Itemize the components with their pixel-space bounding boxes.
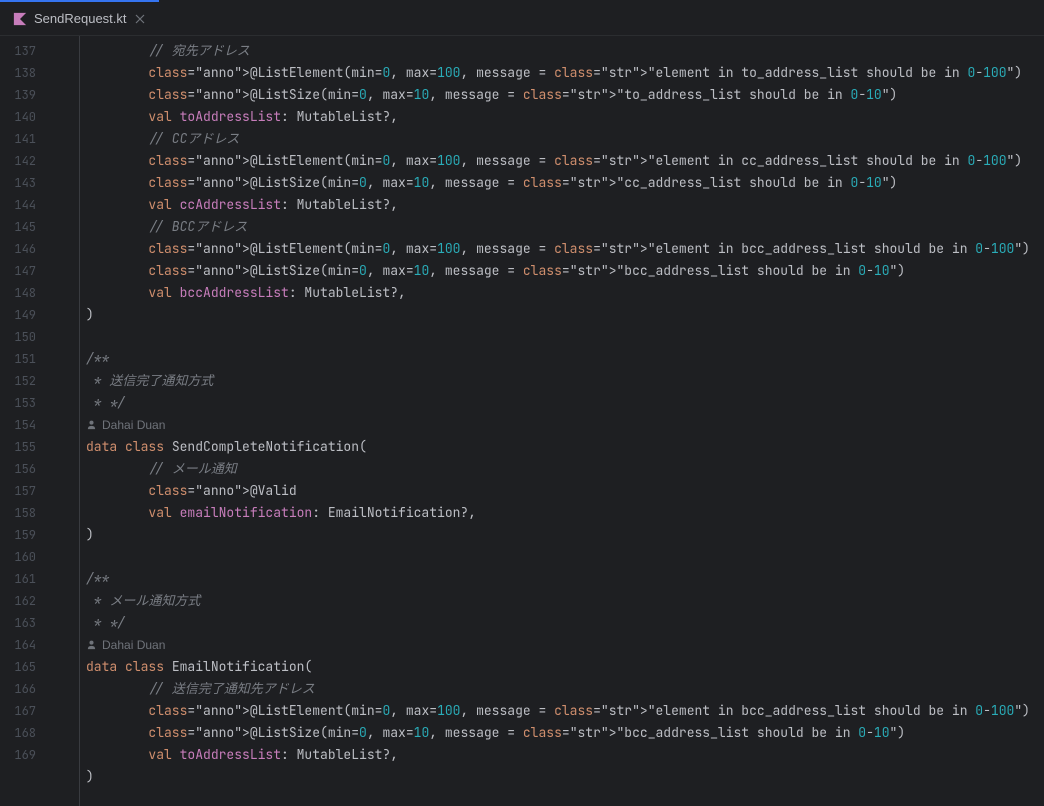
code-line[interactable]: class="anno">@ListElement(min=0, max=100…: [86, 700, 1044, 722]
code-line[interactable]: class="anno">@ListSize(min=0, max=10, me…: [86, 260, 1044, 282]
tab-bar: SendRequest.kt: [0, 0, 1044, 36]
code-line[interactable]: // 宛先アドレス: [86, 40, 1044, 62]
line-number: 158: [0, 502, 50, 524]
line-number: 144: [0, 194, 50, 216]
code-line[interactable]: class="anno">@Valid: [86, 480, 1044, 502]
code-line[interactable]: * */: [86, 392, 1044, 414]
line-number: 143: [0, 172, 50, 194]
code-line[interactable]: /**: [86, 568, 1044, 590]
line-number: 157: [0, 480, 50, 502]
code-line[interactable]: // BCCアドレス: [86, 216, 1044, 238]
author-annotation: Dahai Duan: [86, 418, 165, 432]
code-line[interactable]: data class EmailNotification(: [86, 656, 1044, 678]
line-number: 148: [0, 282, 50, 304]
person-icon: [86, 635, 98, 647]
line-number: 140: [0, 106, 50, 128]
code-line[interactable]: class="anno">@ListSize(min=0, max=10, me…: [86, 172, 1044, 194]
code-line[interactable]: val ccAddressList: MutableList?,: [86, 194, 1044, 216]
line-number: 152: [0, 370, 50, 392]
line-number: 153: [0, 392, 50, 414]
close-icon[interactable]: [133, 12, 147, 26]
code-line[interactable]: ): [86, 524, 1044, 546]
gutter[interactable]: 1371381391401411421431441451461471481491…: [0, 36, 50, 806]
line-number: 154: [0, 414, 50, 436]
line-number: 145: [0, 216, 50, 238]
line-number: 138: [0, 62, 50, 84]
line-number: 160: [0, 546, 50, 568]
code-line[interactable]: class="anno">@ListElement(min=0, max=100…: [86, 62, 1044, 84]
line-number: 141: [0, 128, 50, 150]
code-line[interactable]: [86, 788, 1044, 806]
kotlin-file-icon: [12, 11, 28, 27]
code-line[interactable]: /**: [86, 348, 1044, 370]
editor[interactable]: 1371381391401411421431441451461471481491…: [0, 36, 1044, 806]
line-number: 164: [0, 634, 50, 656]
code-line[interactable]: // メール通知: [86, 458, 1044, 480]
code-line[interactable]: val emailNotification: EmailNotification…: [86, 502, 1044, 524]
person-icon: [86, 415, 98, 427]
line-number: 159: [0, 524, 50, 546]
code-line[interactable]: class="anno">@ListSize(min=0, max=10, me…: [86, 84, 1044, 106]
line-number: 147: [0, 260, 50, 282]
line-number: 142: [0, 150, 50, 172]
code-line[interactable]: class="anno">@ListSize(min=0, max=10, me…: [86, 722, 1044, 744]
author-annotation: Dahai Duan: [86, 638, 165, 652]
code-line[interactable]: Dahai Duan: [86, 414, 1044, 436]
line-number: 137: [0, 40, 50, 62]
line-number: 155: [0, 436, 50, 458]
line-number: 149: [0, 304, 50, 326]
line-number: 139: [0, 84, 50, 106]
line-number: 161: [0, 568, 50, 590]
line-number: 168: [0, 722, 50, 744]
line-number: 146: [0, 238, 50, 260]
tab-label: SendRequest.kt: [34, 11, 127, 26]
code-line[interactable]: ): [86, 766, 1044, 788]
tab-sendrequest[interactable]: SendRequest.kt: [0, 0, 159, 35]
code-line[interactable]: class="anno">@ListElement(min=0, max=100…: [86, 150, 1044, 172]
line-number: 151: [0, 348, 50, 370]
line-number: 156: [0, 458, 50, 480]
code-line[interactable]: [86, 546, 1044, 568]
code-line[interactable]: // 送信完了通知先アドレス: [86, 678, 1044, 700]
line-number: 169: [0, 744, 50, 766]
code-line[interactable]: data class SendCompleteNotification(: [86, 436, 1044, 458]
line-number: 167: [0, 700, 50, 722]
code-line[interactable]: * */: [86, 612, 1044, 634]
code-line[interactable]: class="anno">@ListElement(min=0, max=100…: [86, 238, 1044, 260]
line-number: 150: [0, 326, 50, 348]
line-number: 166: [0, 678, 50, 700]
fold-column[interactable]: [50, 36, 80, 806]
line-number: 162: [0, 590, 50, 612]
code-line[interactable]: ): [86, 304, 1044, 326]
line-number: 165: [0, 656, 50, 678]
code-area[interactable]: // 宛先アドレス class="anno">@ListElement(min=…: [80, 36, 1044, 806]
code-line[interactable]: // CCアドレス: [86, 128, 1044, 150]
code-line[interactable]: val toAddressList: MutableList?,: [86, 744, 1044, 766]
code-line[interactable]: val toAddressList: MutableList?,: [86, 106, 1044, 128]
code-line[interactable]: * 送信完了通知方式: [86, 370, 1044, 392]
code-line[interactable]: [86, 326, 1044, 348]
code-line[interactable]: * メール通知方式: [86, 590, 1044, 612]
code-line[interactable]: val bccAddressList: MutableList?,: [86, 282, 1044, 304]
code-line[interactable]: Dahai Duan: [86, 634, 1044, 656]
line-number: 163: [0, 612, 50, 634]
